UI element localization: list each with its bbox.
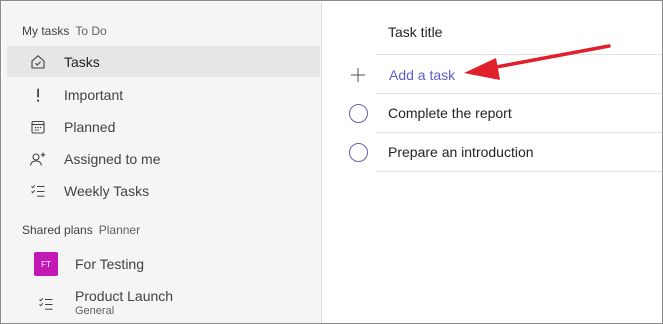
checklist-icon	[27, 180, 49, 202]
my-tasks-subtitle: To Do	[75, 24, 107, 38]
complete-checkbox[interactable]	[349, 142, 368, 162]
calendar-icon	[27, 116, 49, 138]
task-title[interactable]: Prepare an introduction	[388, 144, 534, 160]
app-window: My tasks To Do Tasks Important Planned A…	[0, 0, 663, 324]
checklist-icon	[34, 292, 58, 316]
row-divider	[376, 93, 662, 94]
row-divider	[376, 171, 662, 172]
task-row[interactable]: Complete the report	[323, 95, 662, 131]
shared-plans-title: Shared plans	[22, 223, 93, 237]
header-divider	[376, 54, 662, 55]
plan-item-product-launch[interactable]: Product Launch General	[7, 288, 320, 320]
sidebar-item-label: Tasks	[64, 53, 100, 70]
shared-plans-header: Shared plans Planner	[22, 222, 140, 238]
plan-label: Product Launch	[75, 288, 174, 304]
plan-item-for-testing[interactable]: FT For Testing	[7, 251, 320, 277]
sidebar-item-label: Assigned to me	[64, 150, 161, 167]
task-list-pane: Task title Add a task Complete the repor…	[323, 2, 662, 323]
add-task-button[interactable]: Add a task	[389, 67, 455, 83]
plus-icon	[349, 66, 367, 84]
shared-plans-subtitle: Planner	[98, 223, 141, 237]
task-title[interactable]: Complete the report	[388, 105, 512, 121]
sidebar-item-label: Important	[64, 86, 124, 103]
exclamation-icon	[27, 84, 49, 106]
complete-checkbox[interactable]	[349, 103, 368, 123]
plan-badge: FT	[34, 252, 58, 276]
sidebar-item-label: Planned	[64, 118, 116, 135]
sidebar: My tasks To Do Tasks Important Planned A…	[2, 2, 322, 323]
add-task-row[interactable]: Add a task	[323, 58, 662, 92]
person-add-icon	[27, 148, 49, 170]
sidebar-item-tasks[interactable]: Tasks	[7, 46, 320, 77]
home-icon	[27, 51, 49, 73]
sidebar-item-label: Weekly Tasks	[64, 182, 150, 199]
my-tasks-title: My tasks	[22, 24, 70, 38]
row-divider	[376, 132, 662, 133]
task-row[interactable]: Prepare an introduction	[323, 134, 662, 170]
column-header-task-title[interactable]: Task title	[388, 24, 442, 40]
sidebar-item-important[interactable]: Important	[7, 79, 320, 110]
plan-sublabel: General	[75, 305, 115, 317]
plan-label: For Testing	[75, 256, 144, 272]
plan-text: Product Launch General	[75, 289, 173, 319]
sidebar-item-weekly-tasks[interactable]: Weekly Tasks	[7, 175, 320, 206]
sidebar-item-planned[interactable]: Planned	[7, 111, 320, 142]
my-tasks-header: My tasks To Do	[22, 23, 107, 39]
sidebar-item-assigned-to-me[interactable]: Assigned to me	[7, 143, 320, 174]
